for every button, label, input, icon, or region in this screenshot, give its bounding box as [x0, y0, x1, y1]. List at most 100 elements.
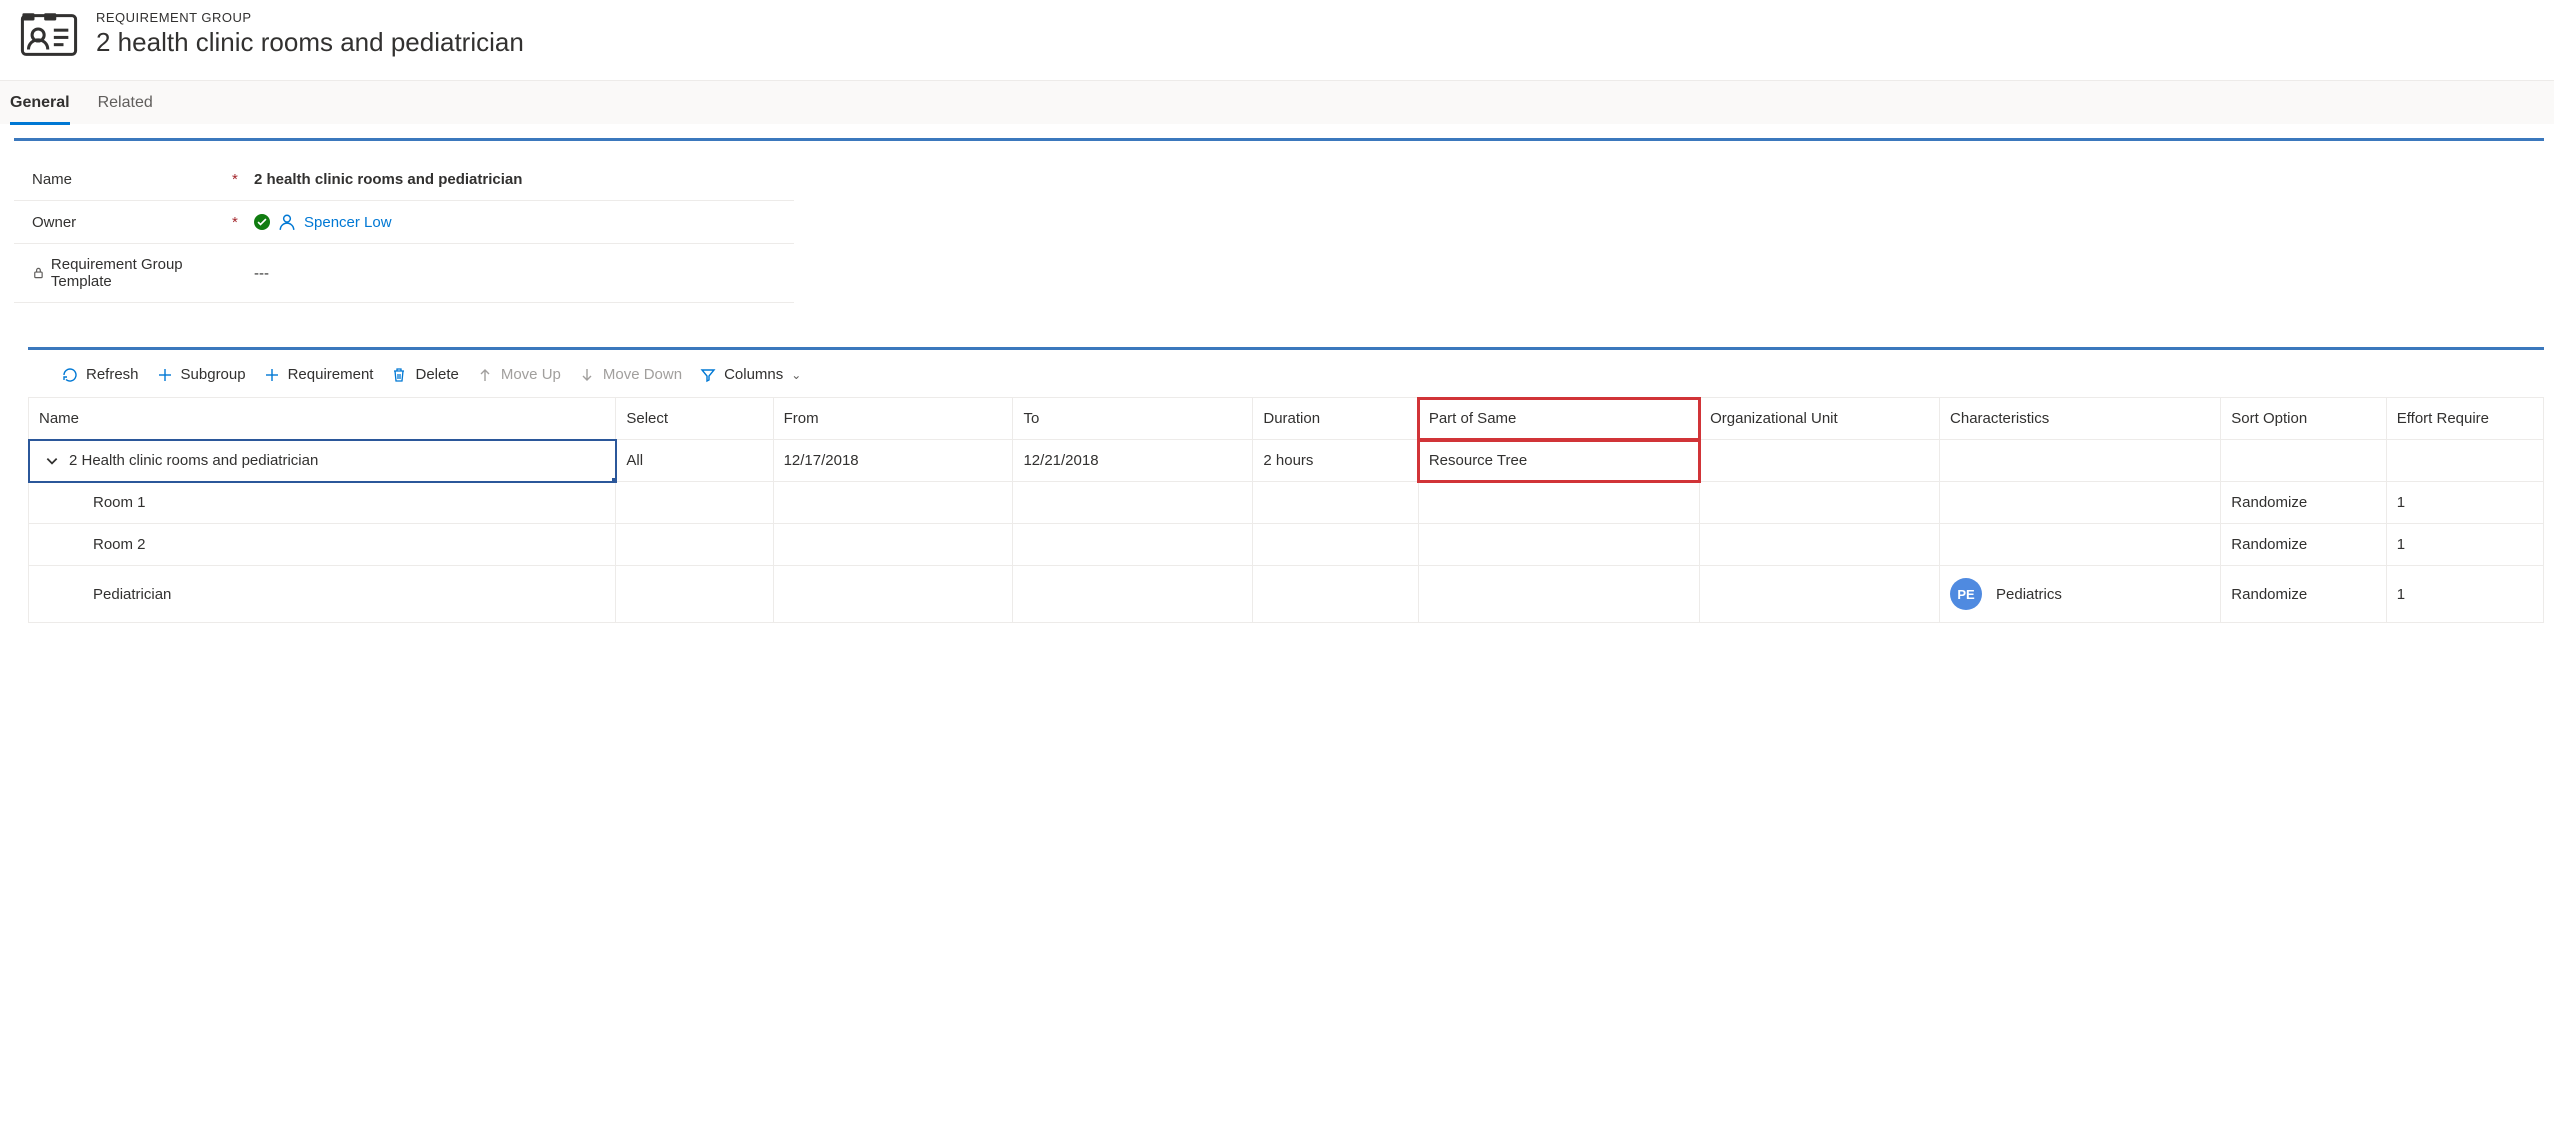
field-name: Name * 2 health clinic rooms and pediatr…: [14, 159, 794, 201]
requirement-label: Requirement: [288, 366, 374, 383]
grid-toolbar: Refresh Subgroup Requirement Delete Move…: [28, 366, 2544, 397]
cell-duration[interactable]: 2 hours: [1253, 440, 1418, 482]
col-from[interactable]: From: [773, 398, 1013, 440]
cell-select[interactable]: [616, 566, 773, 623]
cell-from[interactable]: 12/17/2018: [773, 440, 1013, 482]
col-effort[interactable]: Effort Require: [2386, 398, 2543, 440]
verified-icon: [254, 214, 270, 230]
field-owner-label: Owner: [32, 214, 232, 231]
col-sortoption[interactable]: Sort Option: [2221, 398, 2386, 440]
cell-select[interactable]: [616, 524, 773, 566]
col-select[interactable]: Select: [616, 398, 773, 440]
cell-characteristics[interactable]: [1940, 524, 2221, 566]
cell-characteristics[interactable]: [1940, 440, 2221, 482]
field-template-label-text: Requirement Group Template: [51, 256, 232, 290]
cell-effort[interactable]: 1: [2386, 524, 2543, 566]
delete-label: Delete: [415, 366, 458, 383]
table-header-row: Name Select From To Duration Part of Sam…: [29, 398, 2544, 440]
cell-name-text: Room 1: [39, 494, 605, 511]
cell-partofsame[interactable]: [1418, 524, 1699, 566]
cell-duration[interactable]: [1253, 482, 1418, 524]
cell-from[interactable]: [773, 566, 1013, 623]
cell-duration[interactable]: [1253, 524, 1418, 566]
col-partofsame[interactable]: Part of Same: [1418, 398, 1699, 440]
cell-partofsame[interactable]: Resource Tree: [1418, 440, 1699, 482]
characteristic-text: Pediatrics: [1996, 586, 2062, 603]
cell-orgunit[interactable]: [1700, 566, 1940, 623]
cell-name-text: 2 Health clinic rooms and pediatrician: [69, 452, 318, 469]
table-row[interactable]: Pediatrician PE Pediatrics Randomize 1: [29, 566, 2544, 623]
entity-icon: [20, 10, 78, 60]
cell-select[interactable]: All: [616, 440, 773, 482]
cell-select[interactable]: [616, 482, 773, 524]
requirement-button[interactable]: Requirement: [264, 366, 374, 383]
movedown-button: Move Down: [579, 366, 682, 383]
cell-characteristics[interactable]: PE Pediatrics: [1940, 566, 2221, 623]
cell-from[interactable]: [773, 482, 1013, 524]
field-name-value[interactable]: 2 health clinic rooms and pediatrician: [254, 171, 522, 188]
cell-effort[interactable]: 1: [2386, 566, 2543, 623]
col-name[interactable]: Name: [29, 398, 616, 440]
columns-button[interactable]: Columns ⌄: [700, 366, 801, 383]
cell-to[interactable]: [1013, 524, 1253, 566]
field-template: Requirement Group Template ---: [14, 244, 794, 303]
tab-related[interactable]: Related: [98, 81, 153, 124]
cell-to[interactable]: 12/21/2018: [1013, 440, 1253, 482]
requirements-grid-section: Refresh Subgroup Requirement Delete Move…: [28, 347, 2544, 623]
cell-orgunit[interactable]: [1700, 524, 1940, 566]
cell-sortoption[interactable]: Randomize: [2221, 524, 2386, 566]
refresh-button[interactable]: Refresh: [62, 366, 139, 383]
cell-from[interactable]: [773, 524, 1013, 566]
cell-orgunit[interactable]: [1700, 482, 1940, 524]
chevron-down-icon[interactable]: [45, 454, 59, 468]
cell-name[interactable]: Pediatrician: [29, 566, 616, 623]
cell-name[interactable]: Room 2: [29, 524, 616, 566]
subgroup-button[interactable]: Subgroup: [157, 366, 246, 383]
cell-sortoption[interactable]: Randomize: [2221, 566, 2386, 623]
col-duration[interactable]: Duration: [1253, 398, 1418, 440]
table-row[interactable]: 2 Health clinic rooms and pediatrician A…: [29, 440, 2544, 482]
characteristic-avatar: PE: [1950, 578, 1982, 610]
col-orgunit[interactable]: Organizational Unit: [1700, 398, 1940, 440]
chevron-down-icon: ⌄: [791, 368, 801, 382]
refresh-label: Refresh: [86, 366, 139, 383]
required-indicator: *: [232, 214, 242, 231]
cell-characteristics[interactable]: [1940, 482, 2221, 524]
cell-effort[interactable]: [2386, 440, 2543, 482]
cell-orgunit[interactable]: [1700, 440, 1940, 482]
moveup-button: Move Up: [477, 366, 561, 383]
plus-icon: [157, 367, 173, 383]
field-template-label: Requirement Group Template: [32, 256, 232, 290]
field-template-value[interactable]: ---: [254, 265, 269, 282]
cell-effort[interactable]: 1: [2386, 482, 2543, 524]
trash-icon: [391, 367, 407, 383]
arrow-up-icon: [477, 367, 493, 383]
table-row[interactable]: Room 1 Randomize 1: [29, 482, 2544, 524]
record-header: REQUIREMENT GROUP 2 health clinic rooms …: [0, 0, 2554, 80]
required-indicator: *: [232, 171, 242, 188]
form-tabs: General Related: [0, 80, 2554, 124]
plus-icon: [264, 367, 280, 383]
cell-partofsame[interactable]: [1418, 482, 1699, 524]
cell-name[interactable]: 2 Health clinic rooms and pediatrician: [29, 440, 616, 482]
cell-to[interactable]: [1013, 566, 1253, 623]
owner-link[interactable]: Spencer Low: [304, 214, 392, 231]
cell-name-text: Room 2: [39, 536, 605, 553]
field-name-label: Name: [32, 171, 232, 188]
general-section: Name * 2 health clinic rooms and pediatr…: [14, 138, 2544, 333]
table-row[interactable]: Room 2 Randomize 1: [29, 524, 2544, 566]
cell-sortoption[interactable]: [2221, 440, 2386, 482]
field-owner-value[interactable]: Spencer Low: [254, 213, 392, 231]
subgroup-label: Subgroup: [181, 366, 246, 383]
requirements-table: Name Select From To Duration Part of Sam…: [28, 397, 2544, 623]
delete-button[interactable]: Delete: [391, 366, 458, 383]
cell-partofsame[interactable]: [1418, 566, 1699, 623]
cell-duration[interactable]: [1253, 566, 1418, 623]
cell-name[interactable]: Room 1: [29, 482, 616, 524]
col-characteristics[interactable]: Characteristics: [1940, 398, 2221, 440]
col-to[interactable]: To: [1013, 398, 1253, 440]
tab-general[interactable]: General: [10, 81, 70, 124]
entity-label: REQUIREMENT GROUP: [96, 10, 524, 25]
cell-sortoption[interactable]: Randomize: [2221, 482, 2386, 524]
cell-to[interactable]: [1013, 482, 1253, 524]
